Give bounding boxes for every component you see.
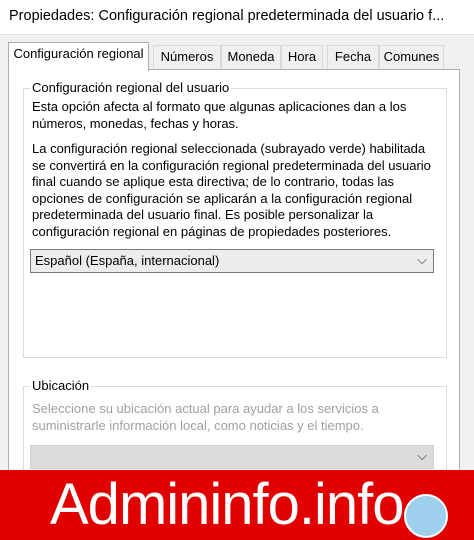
- locale-select-value: Español (España, internacional): [35, 253, 220, 268]
- explanation-line: se convertirá en la configuración region…: [32, 157, 431, 173]
- explanation-line: La configuración regional seleccionada (…: [32, 141, 426, 156]
- user-locale-legend: Configuración regional del usuario: [30, 80, 232, 96]
- tab-fecha[interactable]: Fecha: [327, 45, 379, 69]
- window-title: Propiedades: Configuración regional pred…: [9, 8, 445, 24]
- tab-numeros[interactable]: Números: [153, 45, 221, 69]
- chevron-down-icon: ⌵: [417, 448, 427, 463]
- watermark-text: Admininfo.info: [50, 472, 405, 537]
- tab-comunes[interactable]: Comunes: [379, 45, 444, 69]
- explanation-line: configuración regional en páginas de pro…: [32, 223, 392, 239]
- explanation-line: predeterminada del usuario final. Es pos…: [32, 207, 374, 222]
- user-locale-description: Esta opción afecta al formato que alguna…: [32, 99, 406, 132]
- location-select[interactable]: ⌵: [30, 445, 434, 469]
- location-description: Seleccione su ubicación actual para ayud…: [32, 401, 379, 434]
- tab-label: Números: [160, 49, 214, 64]
- explanation-line: opciones de configuración se aplicarán a…: [32, 190, 413, 206]
- tab-label: Fecha: [334, 49, 372, 64]
- location-line: Seleccione su ubicación actual para ayud…: [32, 401, 379, 416]
- tab-label: Moneda: [227, 49, 275, 64]
- tab-label: Comunes: [383, 49, 440, 64]
- tab-moneda[interactable]: Moneda: [221, 45, 281, 69]
- user-locale-explanation: La configuración regional seleccionada (…: [32, 141, 431, 240]
- tab-hora[interactable]: Hora: [281, 45, 323, 69]
- location-legend: Ubicación: [30, 378, 92, 394]
- tab-label: Configuración regional: [13, 46, 144, 61]
- tab-panel: Configuración regional del usuario Esta …: [8, 69, 460, 493]
- location-line: suministrarle información local, como no…: [32, 417, 364, 433]
- watermark-logo-icon: [404, 494, 448, 538]
- chevron-down-icon: ⌵: [417, 252, 427, 267]
- description-line: Esta opción afecta al formato que alguna…: [32, 99, 407, 114]
- locale-select[interactable]: Español (España, internacional) ⌵: [30, 249, 434, 273]
- tab-label: Hora: [287, 49, 317, 64]
- explanation-line: final cuando se aplique esta directiva; …: [32, 174, 395, 189]
- title-bar: Propiedades: Configuración regional pred…: [0, 0, 474, 35]
- user-locale-group: Configuración regional del usuario Esta …: [23, 80, 447, 358]
- tab-configuracion-regional[interactable]: Configuración regional: [8, 42, 149, 71]
- location-group: Ubicación Seleccione su ubicación actual…: [23, 378, 447, 478]
- description-line: números, monedas, fechas y horas.: [32, 115, 239, 131]
